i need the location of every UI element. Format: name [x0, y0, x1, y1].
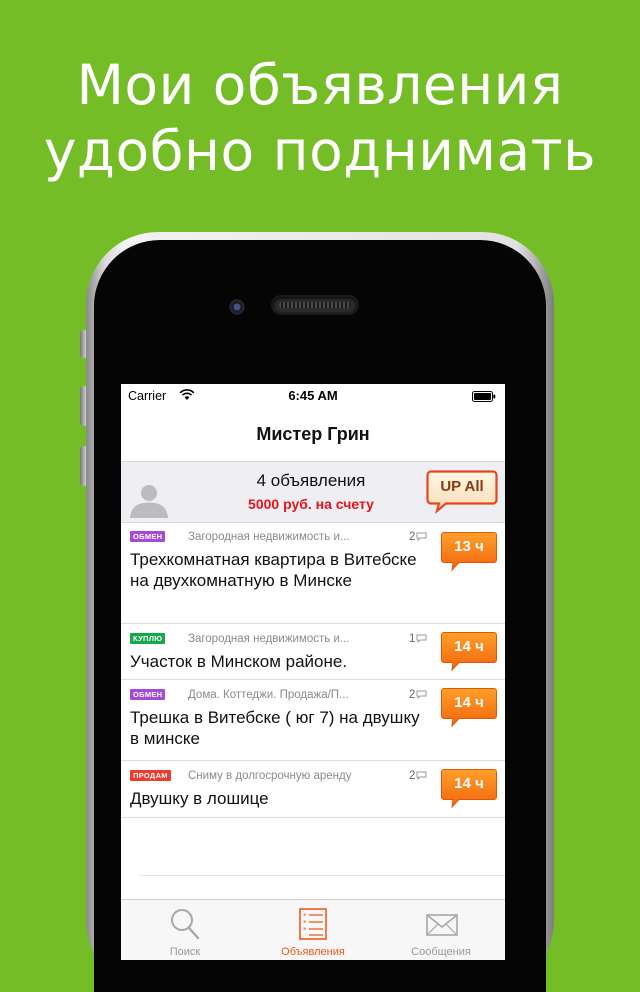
- search-icon: [171, 909, 200, 940]
- volume-up-button: [80, 386, 86, 426]
- account-balance: 5000 руб. на счету: [248, 496, 374, 512]
- volume-down-button: [80, 446, 86, 486]
- category-label: Загородная недвижимость и...: [188, 531, 350, 543]
- listing-title: Трехкомнатная квартира в Витебске на дву…: [130, 550, 417, 590]
- comment-count-value: 1: [409, 633, 416, 645]
- deal-type-badge: ОБМЕН: [130, 689, 166, 700]
- empty-row: [139, 818, 505, 876]
- category-label: Загородная недвижимость и...: [188, 633, 350, 645]
- comment-count-value: 2: [409, 531, 416, 543]
- tab-label: Объявления: [281, 946, 345, 958]
- comment-icon: [416, 532, 427, 541]
- listing-title: Трешка в Витебске ( юг 7) на двушку в ми…: [130, 708, 420, 748]
- comment-count: 2: [409, 689, 427, 701]
- phone-screen: Carrier 6:45 AM Мистер Грин 4 объявления…: [121, 384, 505, 960]
- hours-label: 14 ч: [454, 694, 484, 711]
- list-item[interactable]: ПРОДАМ Сниму в долгосрочную аренду 2 Дву…: [121, 761, 505, 818]
- user-silhouette-icon: [130, 485, 168, 518]
- comment-count-value: 2: [409, 770, 416, 782]
- battery-icon: [472, 391, 496, 402]
- envelope-icon: [426, 914, 458, 936]
- status-bar: Carrier 6:45 AM: [121, 384, 505, 408]
- hours-button[interactable]: 14 ч: [441, 688, 497, 728]
- tab-label: Сообщения: [411, 946, 471, 958]
- up-all-label: UP All: [440, 478, 484, 495]
- comment-count: 2: [409, 531, 427, 543]
- hours-button[interactable]: 14 ч: [441, 632, 497, 672]
- list-item[interactable]: ОБМЕН Дома. Коттеджи. Продажа/П... 2 Тре…: [121, 680, 505, 761]
- comment-icon: [416, 690, 427, 699]
- comment-count: 1: [409, 633, 427, 645]
- list-item[interactable]: КУПЛЮ Загородная недвижимость и... 1 Уча…: [121, 624, 505, 680]
- category-label: Сниму в долгосрочную аренду: [188, 770, 352, 782]
- earpiece-speaker: [273, 297, 357, 313]
- tab-search[interactable]: Поиск: [121, 900, 249, 960]
- hours-label: 14 ч: [454, 638, 484, 655]
- hours-label: 13 ч: [454, 538, 484, 555]
- tab-bar: Поиск * * * Объявления Сообщения: [121, 899, 505, 960]
- profile-header: 4 объявления 5000 руб. на счету UP All: [121, 461, 505, 523]
- list-icon: * * *: [299, 908, 327, 940]
- hours-label: 14 ч: [454, 775, 484, 792]
- category-label: Дома. Коттеджи. Продажа/П...: [188, 689, 349, 701]
- promo-title: Мои объявления удобно поднимать: [0, 52, 640, 184]
- comment-icon: [416, 771, 427, 780]
- promo-line-2: удобно поднимать: [43, 119, 597, 183]
- promo-line-1: Мои объявления: [76, 53, 564, 117]
- tab-messages[interactable]: Сообщения: [377, 900, 505, 960]
- hours-button[interactable]: 14 ч: [441, 769, 497, 809]
- page-title: Мистер Грин: [256, 424, 370, 444]
- listing-count: 4 объявления: [256, 471, 366, 490]
- up-all-button[interactable]: UP All: [426, 470, 498, 514]
- comment-count-value: 2: [409, 689, 416, 701]
- deal-type-badge: ПРОДАМ: [130, 770, 171, 781]
- mute-switch: [80, 330, 86, 358]
- comment-icon: [416, 634, 427, 643]
- avatar[interactable]: [128, 481, 170, 518]
- hours-button[interactable]: 13 ч: [441, 532, 497, 572]
- tab-label: Поиск: [169, 946, 201, 958]
- deal-type-badge: КУПЛЮ: [130, 633, 166, 644]
- list-item[interactable]: ОБМЕН Загородная недвижимость и... 2 Тре…: [121, 522, 505, 624]
- svg-text:*: *: [303, 926, 307, 934]
- listing-title: Двушку в лошице: [130, 789, 269, 808]
- tab-listings[interactable]: * * * Объявления: [249, 900, 377, 960]
- status-time: 6:45 AM: [288, 388, 338, 403]
- comment-count: 2: [409, 770, 427, 782]
- front-camera: [229, 299, 245, 315]
- listing-title: Участок в Минском районе.: [130, 652, 348, 671]
- deal-type-badge: ОБМЕН: [130, 531, 166, 542]
